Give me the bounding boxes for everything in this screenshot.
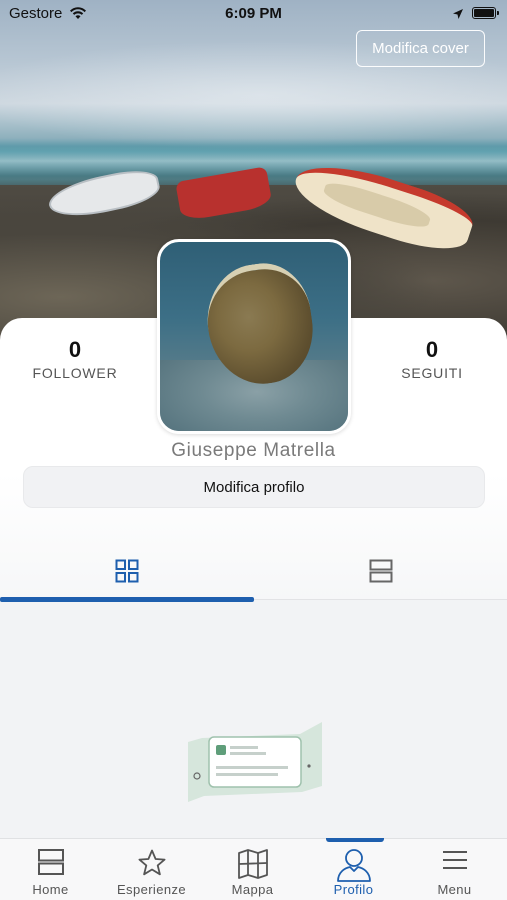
profile-screen: Gestore 6:09 PM Modifica cover 0 FOLLOWE…	[0, 0, 507, 900]
nav-active-indicator	[326, 838, 384, 842]
nav-label-experiences: Esperienze	[116, 882, 187, 897]
nav-label-menu: Menu	[437, 882, 472, 897]
tab-divider	[254, 599, 507, 600]
status-bar: Gestore 6:09 PM	[0, 0, 507, 28]
followers-count: 0	[68, 337, 82, 362]
star-icon	[138, 849, 165, 876]
avatar[interactable]	[157, 239, 351, 434]
nav-label-home: Home	[32, 882, 69, 897]
location-arrow-icon	[453, 9, 463, 19]
nav-label-profile: Profilo	[333, 882, 374, 897]
menu-icon	[442, 851, 467, 869]
followers-stat[interactable]: 0 FOLLOWER	[5, 337, 145, 382]
tab-grid-view[interactable]	[0, 540, 253, 602]
grid-view-icon	[115, 559, 138, 583]
following-label: SEGUITI	[401, 365, 463, 381]
home-icon	[37, 849, 64, 875]
list-view-icon	[369, 559, 392, 583]
following-stat[interactable]: 0 SEGUITI	[362, 337, 502, 382]
nav-item-menu[interactable]: Menu	[404, 839, 505, 900]
profile-name: Giuseppe Matrella	[171, 440, 336, 461]
bottom-navigation: Home Esperienze Mappa Profilo Menu	[0, 838, 507, 900]
nav-item-profile[interactable]: Profilo	[303, 839, 404, 900]
active-tab-indicator	[0, 597, 254, 602]
edit-cover-button[interactable]: Modifica cover	[356, 30, 485, 67]
battery-icon	[472, 7, 499, 19]
nav-item-experiences[interactable]: Esperienze	[101, 839, 202, 900]
clock: 6:09 PM	[225, 5, 282, 22]
edit-profile-button[interactable]: Modifica profilo	[23, 466, 485, 508]
following-count: 0	[425, 337, 439, 362]
content-tabs	[0, 540, 507, 602]
nav-label-map: Mappa	[231, 882, 274, 897]
tab-list-view[interactable]	[254, 540, 507, 602]
map-icon	[237, 849, 268, 879]
nav-item-home[interactable]: Home	[0, 839, 101, 900]
profile-icon	[336, 849, 371, 882]
nav-item-map[interactable]: Mappa	[202, 839, 303, 900]
followers-label: FOLLOWER	[32, 365, 118, 381]
empty-posts-illustration	[188, 722, 322, 802]
